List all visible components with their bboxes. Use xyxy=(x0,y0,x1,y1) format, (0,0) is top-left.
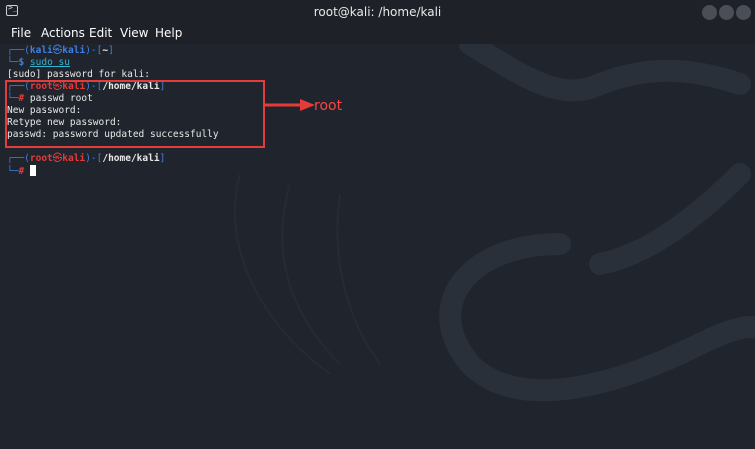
menu-file[interactable]: File xyxy=(11,26,31,40)
menu-view[interactable]: View xyxy=(120,26,148,40)
annotation-label: root xyxy=(314,98,343,114)
close-button[interactable] xyxy=(736,5,751,20)
menu-edit[interactable]: Edit xyxy=(89,26,112,40)
terminal-output[interactable]: ┌──(kali㉿kali)-[~] └─$ sudo su [sudo] pa… xyxy=(0,44,755,449)
maximize-button[interactable] xyxy=(719,5,734,20)
minimize-button[interactable] xyxy=(702,5,717,20)
title-bar[interactable]: >_ root@kali: /home/kali xyxy=(0,0,755,24)
command-line-1: └─$ sudo su xyxy=(7,57,70,68)
command-line-3: └─# xyxy=(7,165,36,177)
annotation-highlight-box xyxy=(5,80,265,148)
terminal-window: >_ root@kali: /home/kali File Actions Ed… xyxy=(0,0,755,449)
menu-actions[interactable]: Actions xyxy=(41,26,85,40)
prompt-line-3: ┌──(root㉿kali)-[/home/kali] xyxy=(7,153,166,164)
prompt-line-1: ┌──(kali㉿kali)-[~] xyxy=(7,45,114,56)
annotation-arrow-icon xyxy=(264,99,315,111)
window-title: root@kali: /home/kali xyxy=(313,5,442,19)
menu-help[interactable]: Help xyxy=(155,26,182,40)
menu-bar: File Actions Edit View Help xyxy=(0,24,755,44)
text-cursor xyxy=(29,165,36,176)
